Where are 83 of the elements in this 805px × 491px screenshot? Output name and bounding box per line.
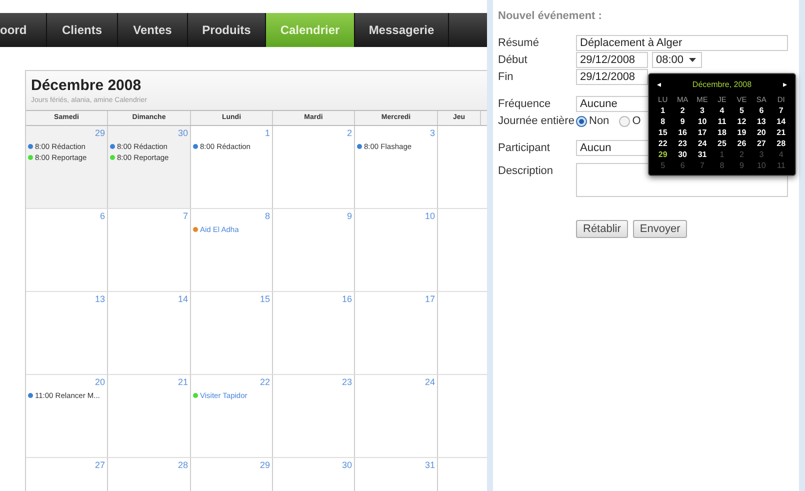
date-cell[interactable]: 26 [732, 138, 752, 150]
day-number: 20 [94, 376, 105, 390]
date-cell[interactable]: 30 [672, 149, 692, 160]
date-cell[interactable]: 20 [752, 127, 772, 138]
previous-month-button[interactable]: ◂ [657, 79, 661, 91]
date-cell[interactable]: 14 [771, 116, 791, 128]
day-number: 30 [178, 127, 188, 140]
month-title: Décembre, 2008 [692, 79, 752, 91]
end-date-field[interactable]: 29/12/2008 [576, 69, 648, 85]
day-number: 13 [94, 293, 105, 306]
day-number: 6 [100, 210, 105, 224]
day-number: 8 [264, 210, 270, 224]
radio-button[interactable] [576, 116, 587, 126]
date-cell[interactable]: 25 [712, 138, 732, 150]
radio-button[interactable] [619, 116, 630, 126]
day-number: 10 [424, 210, 435, 224]
date-cell[interactable]: 2 [672, 105, 692, 116]
day-number: 7 [182, 210, 188, 224]
day-number: 27 [94, 459, 105, 472]
day-number: 2 [346, 127, 352, 140]
nav-tab[interactable]: Messagerie [355, 12, 449, 48]
date-cell[interactable]: 28 [771, 138, 791, 150]
form-button[interactable]: Envoyer [632, 220, 688, 238]
day-number: 21 [178, 376, 188, 390]
date-cell[interactable]: 17 [692, 127, 712, 138]
day-number: 31 [424, 459, 435, 472]
day-number: 30 [342, 459, 352, 472]
field-label: Participant [498, 140, 551, 156]
field-label: Description [498, 164, 554, 178]
date-cell[interactable]: 5 [732, 105, 752, 116]
date-cell[interactable]: 18 [712, 127, 732, 138]
date-cell[interactable]: 12 [732, 116, 752, 128]
date-cell[interactable]: 10 [692, 116, 712, 128]
day-number: 22 [260, 376, 270, 390]
date-cell[interactable]: 24 [692, 138, 712, 150]
field-label: Résumé [498, 36, 540, 51]
radio-option[interactable]: Non [576, 112, 610, 130]
day-number: 15 [260, 293, 270, 306]
calendar-title: Décembre 2008 [31, 77, 142, 96]
date-cell[interactable]: 1 [653, 105, 673, 116]
date-cell[interactable]: 13 [752, 116, 772, 128]
date-cell[interactable]: 19 [732, 127, 752, 138]
start-time-select[interactable]: 08:00 [652, 52, 702, 68]
date-cell[interactable]: 21 [771, 127, 791, 138]
date-cell[interactable]: 27 [752, 138, 772, 150]
date-cell[interactable]: 8 [653, 116, 673, 128]
nav-tab[interactable]: Ventes [118, 12, 188, 48]
day-number: 3 [430, 127, 435, 140]
day-number: 28 [178, 459, 188, 472]
date-cell[interactable]: 9 [672, 116, 692, 128]
day-number: 23 [342, 376, 352, 390]
date-cell[interactable]: 16 [672, 127, 692, 138]
field-label: Fin [498, 70, 514, 85]
date-cell[interactable]: 3 [692, 105, 712, 116]
nav-tab[interactable]: Clients [47, 12, 118, 48]
day-number: 17 [424, 293, 435, 306]
date-cell[interactable]: 6 [752, 105, 772, 116]
date-cell[interactable]: 15 [653, 127, 673, 138]
form-button[interactable]: Rétablir [576, 220, 628, 238]
day-number: 16 [342, 293, 352, 306]
day-number: 9 [346, 210, 352, 224]
date-cell[interactable]: 29 [653, 149, 673, 160]
day-number: 29 [94, 127, 105, 140]
form-title: Nouvel événement : [498, 9, 603, 24]
field-label: Journée entière [498, 114, 576, 129]
next-month-button[interactable]: ▸ [783, 79, 787, 91]
day-number: 24 [424, 376, 435, 390]
day-number: 1 [264, 127, 270, 140]
nav-tab[interactable]: oord [0, 12, 47, 48]
field-label: Début [498, 52, 528, 68]
date-cell[interactable]: 7 [771, 105, 791, 116]
date-cell[interactable]: 11 [712, 116, 732, 128]
summary-field[interactable]: Déplacement à Alger [576, 35, 788, 51]
day-number: 14 [178, 293, 188, 306]
caret-icon [688, 58, 696, 62]
date-cell[interactable]: 4 [712, 105, 732, 116]
start-date-field[interactable]: 29/12/2008 [576, 52, 648, 68]
date-cell[interactable]: 23 [672, 138, 692, 150]
date-cell[interactable]: 31 [692, 149, 712, 160]
radio-option[interactable]: O [619, 112, 641, 130]
day-number: 29 [260, 459, 270, 472]
field-label: Fréquence [498, 96, 552, 112]
date-cell[interactable]: 22 [653, 138, 673, 150]
